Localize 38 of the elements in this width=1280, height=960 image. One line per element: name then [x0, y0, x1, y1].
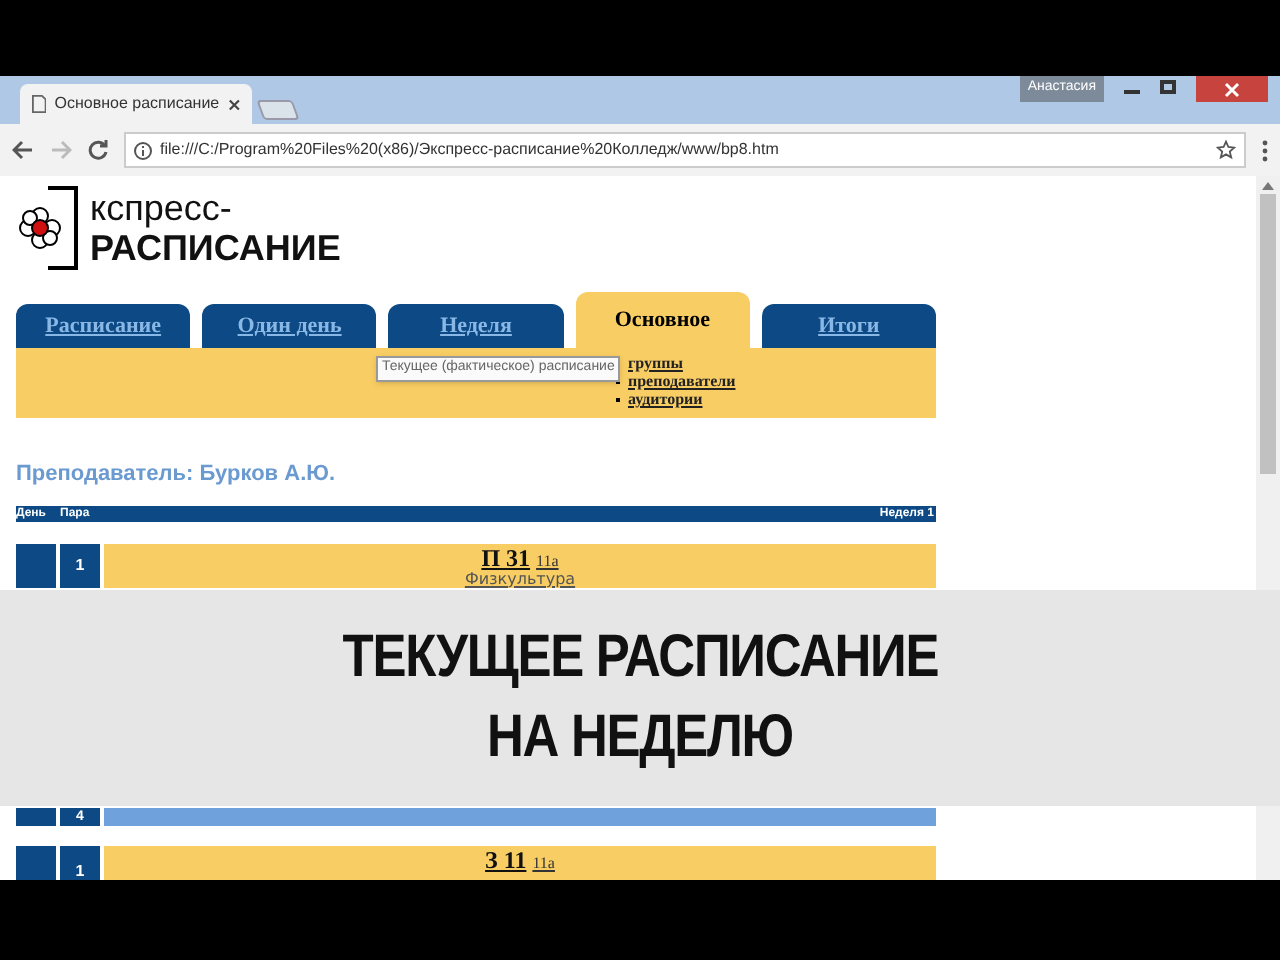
- table-cell: 1: [60, 543, 100, 587]
- address-field[interactable]: file:///C:/Program%20Files%20(x86)/Экспресс-расписание%20Колледж/www/bp8.htm: [124, 132, 1246, 168]
- nav-tab[interactable]: Неделя: [388, 304, 564, 348]
- room-link[interactable]: 11а: [536, 553, 559, 569]
- back-icon[interactable]: [12, 140, 34, 160]
- star-icon[interactable]: [1216, 140, 1236, 160]
- scrollbar-thumb[interactable]: [1260, 194, 1276, 474]
- nav-tab[interactable]: Расписание: [16, 304, 191, 348]
- room-link[interactable]: 11а: [532, 855, 555, 871]
- group-link[interactable]: З 11: [485, 847, 527, 871]
- teacher-heading: Преподаватель: Бурков А.Ю.: [16, 460, 338, 490]
- subject-link[interactable]: Физкультура: [464, 571, 576, 587]
- document-icon: [32, 94, 47, 114]
- nav-tab[interactable]: Один день: [202, 304, 377, 348]
- nav-tab[interactable]: Итоги: [761, 304, 936, 348]
- submenu-link[interactable]: группы: [628, 354, 683, 372]
- day-cell: [16, 807, 56, 825]
- day-cell: [16, 543, 56, 587]
- scroll-up-icon[interactable]: [1262, 182, 1274, 190]
- menu-icon[interactable]: [1262, 139, 1268, 161]
- caption-text: ТЕКУЩЕЕ РАСПИСАНИЕ: [342, 622, 938, 694]
- logo-text: РАСПИСАНИЕ: [90, 230, 341, 266]
- close-icon: [1224, 81, 1240, 97]
- close-button[interactable]: [1196, 76, 1268, 102]
- maximize-icon[interactable]: [1160, 80, 1176, 94]
- browser-tab[interactable]: Основное расписание: [20, 84, 252, 124]
- logo-text: кспресс-: [90, 190, 234, 226]
- close-icon[interactable]: [227, 97, 240, 111]
- url-text: file:///C:/Program%20Files%20(x86)/Экспресс-расписание%20Колледж/www/bp8.htm: [160, 138, 779, 162]
- reload-icon[interactable]: [88, 140, 108, 160]
- submenu-link[interactable]: преподаватели: [628, 372, 736, 390]
- submenu-link[interactable]: аудитории: [628, 390, 703, 408]
- tab-title: Основное расписание: [54, 92, 220, 116]
- nav-tab[interactable]: Основное: [575, 292, 750, 348]
- group-link[interactable]: П 31: [481, 545, 531, 569]
- caption-text: НА НЕДЕЛЮ: [487, 702, 793, 774]
- info-icon: [134, 141, 152, 159]
- table-cell: 1: [60, 845, 100, 880]
